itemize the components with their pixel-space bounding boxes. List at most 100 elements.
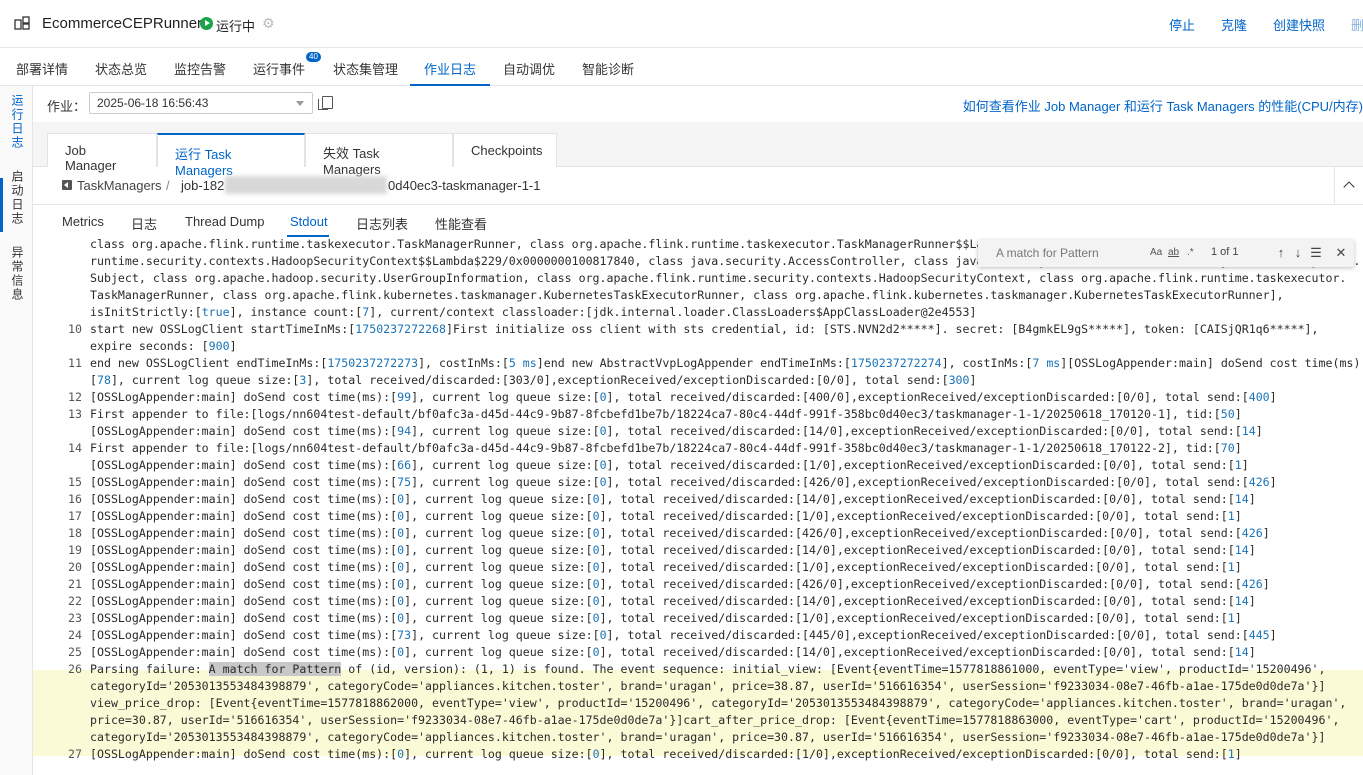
stdout-tab-indicator <box>287 235 329 237</box>
line-number: 24 <box>68 628 82 642</box>
log-text: price=30.87, userId='516616354', userSes… <box>90 713 1340 727</box>
header-actions: 停止 克隆 创建快照 删除 <box>1169 15 1363 34</box>
log-line: 27 [OSSLogAppender:main] doSend cost time… <box>33 746 1363 763</box>
regex-toggle[interactable]: .* <box>1187 247 1194 258</box>
line-number: 17 <box>68 509 82 523</box>
log-text: [OSSLogAppender:main] doSend cost time(m… <box>90 424 1263 438</box>
tab-failed-task-managers[interactable]: 失效 Task Managers <box>305 133 453 177</box>
line-number: 26 <box>68 662 82 676</box>
log-line: 13 First appender to file:[logs/nn604test… <box>33 406 1363 423</box>
arrow-down-icon[interactable]: ↓ <box>1291 245 1305 261</box>
line-number: 27 <box>68 747 82 761</box>
sidebar-item-run-logs[interactable]: 运行日志 <box>9 94 25 150</box>
tab-smart-diagnosis[interactable]: 智能诊断 <box>582 59 634 78</box>
log-line: 26 Parsing failure: A match for Pattern o… <box>33 661 1363 678</box>
line-number: 25 <box>68 645 82 659</box>
collapse-chevron-up-icon[interactable] <box>1334 167 1363 204</box>
log-text: [OSSLogAppender:main] doSend cost time(m… <box>90 526 1270 540</box>
tab-performance[interactable]: 性能查看 <box>435 214 487 233</box>
sidebar-active-indicator <box>0 178 3 232</box>
tab-thread-dump[interactable]: Thread Dump <box>185 214 264 229</box>
whole-word-toggle[interactable]: ab <box>1168 247 1179 258</box>
log-text: [OSSLogAppender:main] doSend cost time(m… <box>90 628 1277 642</box>
log-text: view_price_drop: [Event{eventTime=157781… <box>90 696 1347 710</box>
line-number: 23 <box>68 611 82 625</box>
taskmanager-detail-tabs: Metrics 日志 Thread Dump Stdout 日志列表 性能查看 <box>33 205 1363 238</box>
job-selector-row: 作业： 2025-06-18 16:56:43 如何查看作业 Job Manag… <box>33 86 1363 122</box>
tab-monitoring-alerts[interactable]: 监控告警 <box>174 59 226 78</box>
log-line: 12 [OSSLogAppender:main] doSend cost time… <box>33 389 1363 406</box>
arrow-up-icon[interactable]: ↑ <box>1274 245 1288 261</box>
log-text: end new OSSLogClient endTimeInMs:[175023… <box>90 356 1363 370</box>
line-number: 16 <box>68 492 82 506</box>
tab-auto-tuning[interactable]: 自动调优 <box>503 59 555 78</box>
log-text: [OSSLogAppender:main] doSend cost time(m… <box>90 645 1256 659</box>
stop-button[interactable]: 停止 <box>1169 15 1195 34</box>
log-text: [OSSLogAppender:main] doSend cost time(m… <box>90 492 1256 506</box>
log-text: First appender to file:[logs/nn604test-d… <box>90 407 1242 421</box>
breadcrumb-separator: / <box>166 178 170 193</box>
log-line: [OSSLogAppender:main] doSend cost time(m… <box>33 457 1363 474</box>
log-text: categoryId='2053013553484398879', catego… <box>90 730 1326 744</box>
log-text: TaskManagerRunner, class org.apache.flin… <box>90 288 1284 302</box>
back-icon[interactable] <box>62 180 72 190</box>
main-tabs: 部署详情 状态总览 监控告警 运行事件 状态集管理 作业日志 自动调优 智能诊断 <box>0 48 1363 86</box>
tab-checkpoints[interactable]: Checkpoints <box>453 133 557 167</box>
log-line: 11 end new OSSLogClient endTimeInMs:[1750… <box>33 355 1363 372</box>
log-text: start new OSSLogClient startTimeInMs:[17… <box>90 322 1319 336</box>
sidebar-item-startup-logs[interactable]: 启动日志 <box>9 170 25 226</box>
log-line: 19 [OSSLogAppender:main] doSend cost time… <box>33 542 1363 559</box>
log-line: expire seconds: [900] <box>33 338 1363 355</box>
breadcrumb-job-prefix: job-182 <box>181 178 225 193</box>
sidebar-item-exceptions[interactable]: 异常信息 <box>9 246 25 302</box>
tab-status-overview[interactable]: 状态总览 <box>95 59 147 78</box>
line-number: 18 <box>68 526 82 540</box>
job-select[interactable]: 2025-06-18 16:56:43 <box>89 92 313 114</box>
log-text: [OSSLogAppender:main] doSend cost time(m… <box>90 560 1242 574</box>
tab-log-list[interactable]: 日志列表 <box>356 214 408 233</box>
line-number: 12 <box>68 390 82 404</box>
log-line: categoryId='2053013553484398879', catego… <box>33 678 1363 695</box>
clone-button[interactable]: 克隆 <box>1221 15 1247 34</box>
breadcrumb-taskmanagers[interactable]: TaskManagers <box>77 178 162 193</box>
log-line: 10 start new OSSLogClient startTimeInMs:[… <box>33 321 1363 338</box>
tab-metrics[interactable]: Metrics <box>62 214 104 229</box>
log-text: Subject, class org.apache.hadoop.securit… <box>90 271 1347 285</box>
log-text: First appender to file:[logs/nn604test-d… <box>90 441 1242 455</box>
copy-icon[interactable] <box>318 96 333 110</box>
tab-running-task-managers[interactable]: 运行 Task Managers <box>157 133 305 178</box>
gear-icon[interactable]: ⚙ <box>262 16 276 30</box>
line-number: 11 <box>68 356 82 370</box>
tab-state-set-management[interactable]: 状态集管理 <box>333 59 398 78</box>
performance-help-link[interactable]: 如何查看作业 Job Manager 和运行 Task Managers 的性能… <box>963 96 1363 115</box>
tab-job-manager[interactable]: Job Manager <box>47 133 157 173</box>
close-icon[interactable]: ✕ <box>1334 245 1348 261</box>
app-title: EcommerceCEPRunner4 <box>42 15 211 32</box>
log-line: 23 [OSSLogAppender:main] doSend cost time… <box>33 610 1363 627</box>
tab-stdout[interactable]: Stdout <box>290 214 328 229</box>
log-text: categoryId='2053013553484398879', catego… <box>90 679 1326 693</box>
delete-button[interactable]: 删除 <box>1351 15 1363 34</box>
log-line: 14 First appender to file:[logs/nn604test… <box>33 440 1363 457</box>
create-snapshot-button[interactable]: 创建快照 <box>1273 15 1325 34</box>
tab-logs[interactable]: 日志 <box>131 214 157 233</box>
log-text: [OSSLogAppender:main] doSend cost time(m… <box>90 611 1242 625</box>
stdout-log-viewer[interactable]: class org.apache.flink.runtime.taskexecu… <box>33 238 1363 775</box>
log-text: [78], current log queue size:[3], total … <box>90 373 977 387</box>
tab-running-events[interactable]: 运行事件 <box>253 59 305 78</box>
job-label: 作业： <box>47 99 87 114</box>
find-in-selection-icon[interactable]: ☰ <box>1309 245 1323 261</box>
tab-job-logs[interactable]: 作业日志 <box>424 59 476 78</box>
log-line: 15 [OSSLogAppender:main] doSend cost time… <box>33 474 1363 491</box>
line-number: 21 <box>68 577 82 591</box>
log-line: TaskManagerRunner, class org.apache.flin… <box>33 287 1363 304</box>
redacted-job-id <box>225 176 387 194</box>
breadcrumb: TaskManagers / job-182 0d40ec3-taskmanag… <box>33 167 1363 205</box>
chevron-down-icon <box>296 101 304 106</box>
line-number: 15 <box>68 475 82 489</box>
match-case-toggle[interactable]: Aa <box>1150 247 1162 258</box>
log-text: [OSSLogAppender:main] doSend cost time(m… <box>90 577 1270 591</box>
tab-deployment-details[interactable]: 部署详情 <box>16 59 68 78</box>
find-widget: Aa ab .* 1 of 1 ↑ ↓ ☰ ✕ <box>978 240 1354 267</box>
log-text: [OSSLogAppender:main] doSend cost time(m… <box>90 475 1277 489</box>
